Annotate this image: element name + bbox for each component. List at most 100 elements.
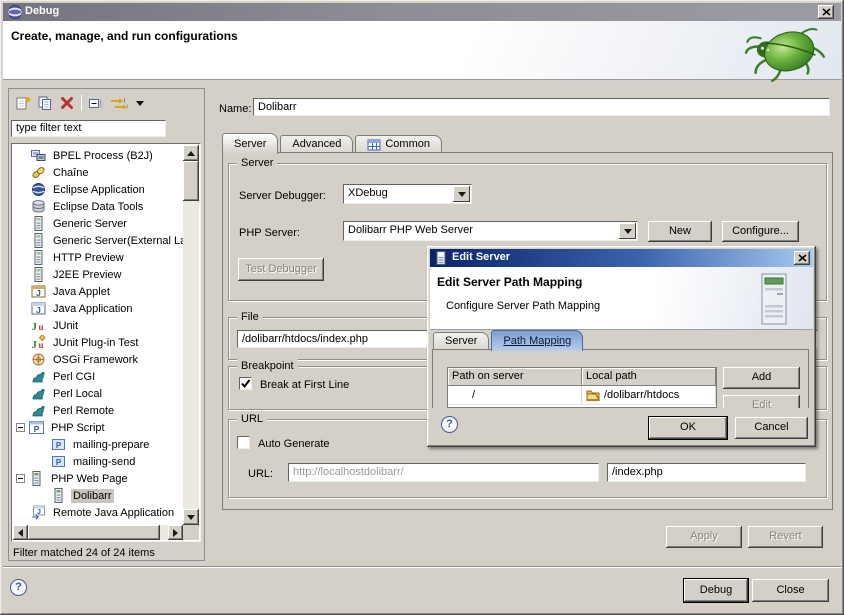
tree-item-eclipse-data-tools[interactable]: Eclipse Data Tools xyxy=(13,198,183,215)
duplicate-configuration-button[interactable] xyxy=(34,93,56,113)
tab-label: Common xyxy=(385,136,430,153)
osgi-icon xyxy=(31,352,46,367)
main-tab-bar: ServerAdvanced Common xyxy=(222,133,444,153)
tree-item-php-web-page[interactable]: PHP Web Page xyxy=(13,470,183,487)
scroll-down-button[interactable] xyxy=(183,509,199,525)
svg-text:J: J xyxy=(32,339,38,350)
vertical-scrollbar[interactable] xyxy=(183,145,199,525)
horizontal-scroll-thumb[interactable] xyxy=(28,525,160,540)
scroll-right-button[interactable] xyxy=(168,525,183,540)
tree-item-java-application[interactable]: JJava Application xyxy=(13,300,183,317)
perl-icon xyxy=(31,403,46,418)
tree-item-php-script[interactable]: PPHP Script xyxy=(13,419,183,436)
dialog-close-button[interactable] xyxy=(794,251,810,265)
dropdown-button[interactable] xyxy=(619,223,636,239)
server-debugger-combo[interactable]: XDebug xyxy=(343,184,472,204)
tree-item-eclipse-application[interactable]: Eclipse Application xyxy=(13,181,183,198)
name-input[interactable]: Dolibarr xyxy=(253,98,830,116)
tab-path-mapping[interactable]: Path Mapping xyxy=(491,330,583,351)
column-header-path-on-server[interactable]: Path on server xyxy=(448,368,582,386)
tab-server[interactable]: Server xyxy=(222,133,278,154)
tab-common[interactable]: Common xyxy=(355,135,442,153)
dialog-titlebar[interactable]: Edit Server xyxy=(430,249,813,267)
tree-item-label: mailing-send xyxy=(71,455,137,469)
apply-button[interactable]: Apply xyxy=(666,526,742,548)
tree-item-cha-ne[interactable]: Chaîne xyxy=(13,164,183,181)
tree-item-bpel-process-b2j[interactable]: BPEL Process (B2J) xyxy=(13,147,183,164)
chevron-down-icon xyxy=(624,229,632,234)
php-web-icon xyxy=(29,471,44,486)
auto-generate-checkbox[interactable] xyxy=(237,436,250,449)
tab-advanced[interactable]: Advanced xyxy=(280,135,353,153)
server-icon xyxy=(31,216,46,231)
tree-item-mailing-prepare[interactable]: Pmailing-prepare xyxy=(13,436,183,453)
vertical-scroll-thumb[interactable] xyxy=(183,161,199,201)
tree-item-perl-remote[interactable]: Perl Remote xyxy=(13,402,183,419)
path-on-server-cell: / xyxy=(448,386,582,404)
filter-input[interactable]: type filter text xyxy=(11,120,166,137)
revert-button[interactable]: Revert xyxy=(748,526,823,548)
tree-item-generic-server-external-la[interactable]: Generic Server(External La xyxy=(13,232,183,249)
column-header-local-path[interactable]: Local path xyxy=(582,368,716,386)
tree-item-label: Perl CGI xyxy=(51,370,97,384)
server-icon xyxy=(435,251,447,265)
tree-item-http-preview[interactable]: HTTP Preview xyxy=(13,249,183,266)
collapse-all-button[interactable] xyxy=(85,93,107,113)
delete-configuration-button[interactable] xyxy=(56,93,78,113)
tree-item-mailing-send[interactable]: Pmailing-send xyxy=(13,453,183,470)
tree-item-perl-cgi[interactable]: Perl CGI xyxy=(13,368,183,385)
php-server-combo[interactable]: Dolibarr PHP Web Server xyxy=(343,221,638,241)
php-script-icon: P xyxy=(29,420,44,435)
scroll-left-button[interactable] xyxy=(13,525,28,540)
path-mapping-row[interactable]: //dolibarr/htdocs xyxy=(448,386,716,405)
chevron-down-icon xyxy=(458,192,466,197)
tree-item-dolibarr[interactable]: Dolibarr xyxy=(13,487,183,504)
test-debugger-button[interactable]: Test Debugger xyxy=(238,258,324,281)
tree-item-perl-local[interactable]: Perl Local xyxy=(13,385,183,402)
tree-item-label: Eclipse Application xyxy=(51,183,147,197)
window-close-button[interactable] xyxy=(818,5,834,19)
tree-item-label: Java Application xyxy=(51,302,135,316)
expand-toggle-icon[interactable] xyxy=(16,474,25,483)
tree-item-remote-java-application[interactable]: J Remote Java Application xyxy=(13,504,183,521)
php-server-value: Dolibarr PHP Web Server xyxy=(348,224,473,236)
tree-item-junit[interactable]: JuJUnit xyxy=(13,317,183,334)
scroll-up-button[interactable] xyxy=(183,145,199,161)
help-button[interactable]: ? xyxy=(10,579,27,596)
ok-button[interactable]: OK xyxy=(649,417,727,439)
junit-icon: Ju xyxy=(31,318,46,333)
configure-button[interactable]: Configure... xyxy=(722,221,799,242)
server-debugger-label: Server Debugger: xyxy=(239,189,326,203)
tree-item-java-applet[interactable]: JJava Applet xyxy=(13,283,183,300)
expand-toggle-icon[interactable] xyxy=(16,423,25,432)
tree-item-junit-plug-in-test[interactable]: JuJUnit Plug-in Test xyxy=(13,334,183,351)
tree-item-label: Remote Java Application xyxy=(51,506,176,520)
cancel-button[interactable]: Cancel xyxy=(735,417,808,439)
server-debugger-value: XDebug xyxy=(348,187,388,199)
tree-item-generic-server[interactable]: Generic Server xyxy=(13,215,183,232)
dropdown-button[interactable] xyxy=(453,186,470,202)
tab-server[interactable]: Server xyxy=(433,332,489,350)
add-mapping-button[interactable]: Add xyxy=(723,367,800,389)
dialog-help-button[interactable]: ? xyxy=(441,416,458,433)
url-path-input[interactable]: /index.php xyxy=(607,463,806,482)
svg-text:J: J xyxy=(36,288,41,298)
filter-menu-dropdown-button[interactable] xyxy=(129,93,151,113)
close-button[interactable]: Close xyxy=(752,579,829,602)
tree-item-label: Generic Server(External La xyxy=(51,234,183,248)
tree-item-label: JUnit Plug-in Test xyxy=(51,336,140,350)
tree-item-label: Perl Remote xyxy=(51,404,116,418)
debug-button[interactable]: Debug xyxy=(684,579,748,602)
filter-configurations-button[interactable] xyxy=(107,93,129,113)
tree-item-label: Dolibarr xyxy=(71,489,114,503)
new-server-button[interactable]: New xyxy=(648,221,712,242)
tree-item-osgi-framework[interactable]: OSGi Framework xyxy=(13,351,183,368)
new-configuration-button[interactable] xyxy=(12,93,34,113)
edit-server-dialog: Edit Server Edit Server Path Mapping Con… xyxy=(427,246,816,447)
horizontal-scrollbar[interactable] xyxy=(13,525,183,540)
window-titlebar[interactable]: Debug xyxy=(3,3,841,21)
tree-item-j2ee-preview[interactable]: J2EE Preview xyxy=(13,266,183,283)
remote-java-icon: J xyxy=(31,505,46,520)
break-at-first-line-checkbox[interactable] xyxy=(239,377,252,390)
svg-text:J: J xyxy=(32,321,38,333)
